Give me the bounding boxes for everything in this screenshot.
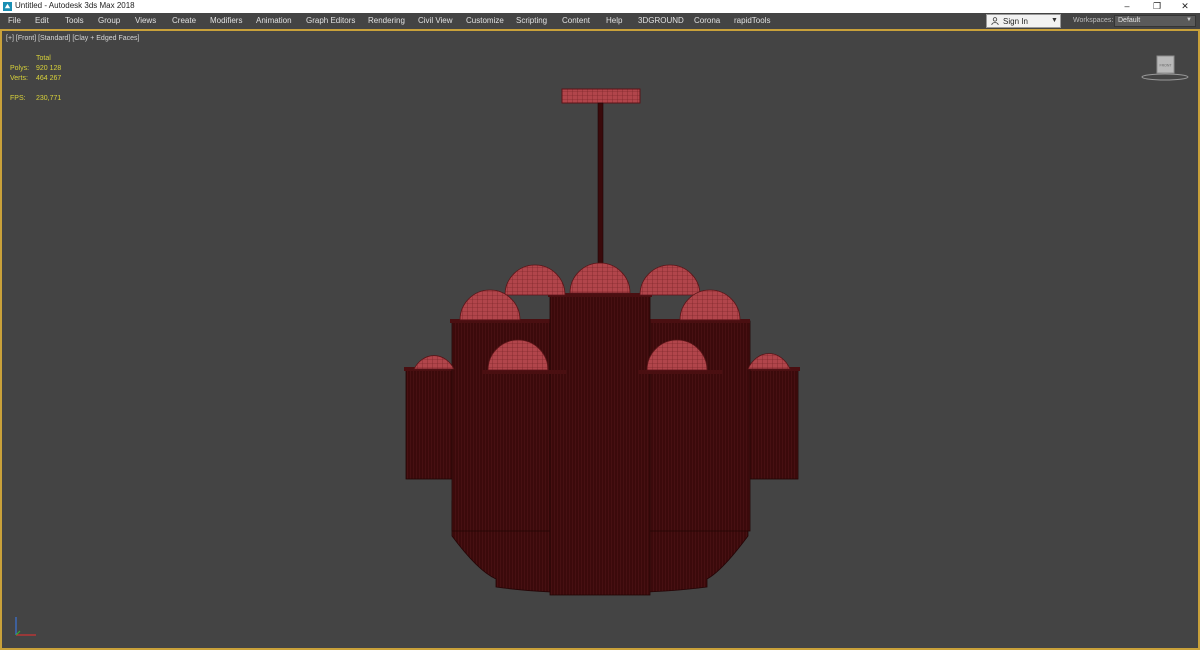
app-3dsmax-icon (3, 2, 12, 11)
sign-in-label: Sign In (1003, 17, 1028, 26)
menu-help[interactable]: Help (606, 16, 622, 25)
menu-corona[interactable]: Corona (694, 16, 720, 25)
menu-group[interactable]: Group (98, 16, 120, 25)
ceiling-canopy (561, 88, 641, 104)
menu-civil-view[interactable]: Civil View (418, 16, 453, 25)
chandelier-model[interactable] (2, 31, 1198, 648)
window-title: Untitled - Autodesk 3ds Max 2018 (15, 1, 135, 10)
menu-rendering[interactable]: Rendering (368, 16, 405, 25)
menu-tools[interactable]: Tools (65, 16, 84, 25)
menu-scripting[interactable]: Scripting (516, 16, 547, 25)
title-bar: Untitled - Autodesk 3ds Max 2018 – ❐ ✕ (0, 0, 1200, 13)
menu-bar: File Edit Tools Group Views Create Modif… (0, 13, 1200, 29)
menu-graph-editors[interactable]: Graph Editors (306, 16, 355, 25)
menu-animation[interactable]: Animation (256, 16, 292, 25)
workspaces-label: Workspaces: (1073, 17, 1114, 24)
menu-file[interactable]: File (8, 16, 21, 25)
menu-3dground[interactable]: 3DGROUND (638, 16, 684, 25)
menu-rapidtools[interactable]: rapidTools (734, 16, 770, 25)
menu-modifiers[interactable]: Modifiers (210, 16, 242, 25)
menu-content[interactable]: Content (562, 16, 590, 25)
sign-in-button[interactable]: Sign In ▼ (986, 14, 1061, 28)
minimize-button[interactable]: – (1112, 0, 1142, 13)
menu-edit[interactable]: Edit (35, 16, 49, 25)
menu-customize[interactable]: Customize (466, 16, 504, 25)
dropdown-caret-icon: ▼ (1186, 17, 1192, 23)
front-viewport[interactable]: [+] [Front] [Standard] [Clay + Edged Fac… (0, 29, 1200, 650)
dropdown-caret-icon: ▼ (1051, 17, 1058, 24)
close-button[interactable]: ✕ (1170, 0, 1200, 13)
restore-button[interactable]: ❐ (1142, 0, 1172, 13)
menu-create[interactable]: Create (172, 16, 196, 25)
menu-views[interactable]: Views (135, 16, 156, 25)
workspaces-value: Default (1118, 17, 1141, 24)
user-icon (991, 17, 999, 25)
workspaces-select[interactable]: Default ▼ (1114, 15, 1196, 27)
chandelier-body (404, 293, 800, 596)
